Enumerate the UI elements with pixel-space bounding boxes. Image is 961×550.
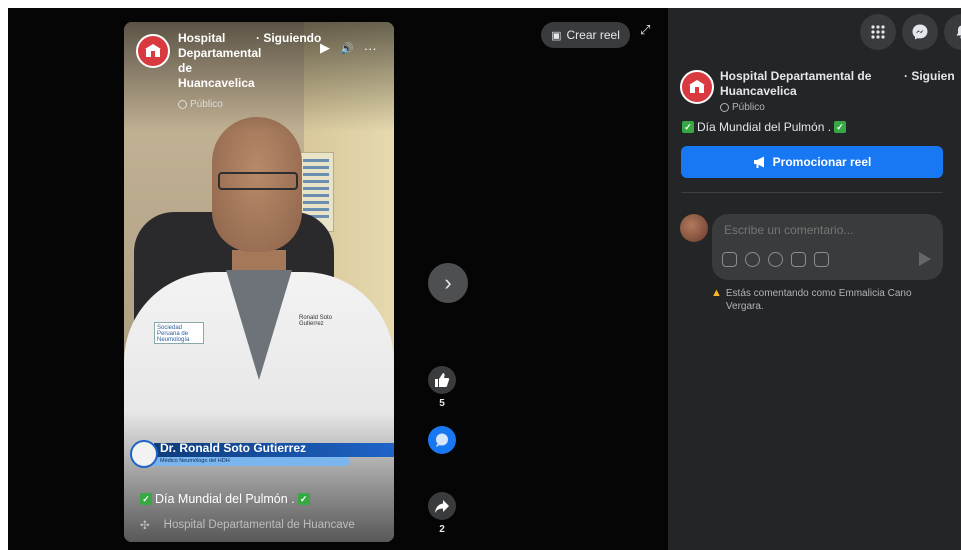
comment-action[interactable] <box>427 426 457 454</box>
video-audio-label: Hospital Departamental de Huancave <box>163 519 355 531</box>
reel-details-panel: Hospital Departamental de Huancavelica ·… <box>668 0 961 550</box>
video-caption-text: Día Mundial del Pulmón . <box>155 492 295 506</box>
check-icon: ✓ <box>682 121 694 133</box>
commenting-as-text: Estás comentando como Emmalicia Cano Ver… <box>725 288 912 312</box>
like-button[interactable] <box>428 366 456 394</box>
video-caption: ✓ Día Mundial del Pulmón . ✓ <box>140 492 310 506</box>
volume-icon[interactable]: 🔊 <box>340 42 354 55</box>
globe-icon <box>720 103 729 112</box>
reel-video[interactable]: Sociedad Peruana de Neumología Ronald So… <box>124 22 394 542</box>
panel-follow-status[interactable]: · Siguien <box>904 69 955 83</box>
promote-reel-button[interactable]: Promocionar reel <box>681 146 943 178</box>
comment-icon <box>436 433 448 447</box>
menu-grid-button[interactable] <box>860 14 896 50</box>
coat-badge: Sociedad Peruana de Neumología <box>154 322 204 344</box>
chevron-right-icon: › <box>444 270 452 295</box>
reel-icon: ▣ <box>551 29 562 42</box>
screenshot-top-edge <box>0 0 961 8</box>
lower-third-subtitle: Médico Neumólogo del HDH <box>154 457 350 466</box>
lower-third-name: Dr. Ronald Soto Gutierrez <box>160 441 307 455</box>
bell-icon <box>956 25 961 39</box>
panel-description: ✓ Día Mundial del Pulmón . ✓ <box>682 120 847 134</box>
panel-privacy: Público <box>720 102 765 113</box>
like-count: 5 <box>439 398 445 409</box>
video-privacy: Público <box>178 99 223 110</box>
hospital-logo-icon <box>689 80 705 93</box>
comment-box <box>712 214 943 280</box>
video-audio-row[interactable]: ✣ Hospital Departamental de Huancave <box>140 518 355 532</box>
next-reel-button[interactable]: › <box>428 263 468 303</box>
gif-icon[interactable] <box>791 252 806 267</box>
screenshot-left-edge <box>0 0 8 550</box>
grid-icon <box>871 25 885 39</box>
lower-third-logo-icon <box>130 440 158 468</box>
panel-header <box>668 0 961 58</box>
page-avatar[interactable] <box>136 34 170 68</box>
check-icon: ✓ <box>297 493 310 505</box>
panel-page-name[interactable]: Hospital Departamental de Huancavelica <box>720 69 885 99</box>
comment-tools <box>722 252 829 267</box>
camera-icon[interactable] <box>745 252 760 267</box>
send-icon[interactable] <box>919 252 931 266</box>
coat-name-tag: Ronald Soto Gutierrez <box>299 315 333 327</box>
like-action[interactable]: 5 <box>427 366 457 409</box>
create-reel-label: Crear reel <box>566 28 620 42</box>
user-avatar[interactable] <box>680 214 708 242</box>
globe-icon <box>178 100 187 109</box>
panel-page-avatar[interactable] <box>680 70 714 104</box>
megaphone-icon <box>753 156 764 168</box>
share-action[interactable]: 2 <box>427 492 457 535</box>
share-count: 2 <box>439 524 445 535</box>
share-arrow-icon <box>435 500 449 513</box>
messenger-button[interactable] <box>902 14 938 50</box>
music-icon: ✣ <box>140 520 150 532</box>
comment-input[interactable] <box>724 223 924 237</box>
emoji-icon[interactable] <box>768 252 783 267</box>
promote-reel-label: Promocionar reel <box>772 155 872 169</box>
lower-third: Médico Neumólogo del HDH Dr. Ronald Soto… <box>130 440 394 468</box>
avatar-sticker-icon[interactable] <box>722 252 737 267</box>
video-privacy-label: Público <box>190 99 223 110</box>
thumbs-up-icon <box>435 373 450 387</box>
reel-stage: Sociedad Peruana de Neumología Ronald So… <box>0 0 668 550</box>
hospital-logo-icon <box>145 44 161 57</box>
video-doctor-glasses <box>218 172 298 190</box>
video-page-name[interactable]: Hospital Departamental de Huancavelica <box>178 31 263 91</box>
share-button[interactable] <box>428 492 456 520</box>
more-options-icon[interactable]: ··· <box>364 41 377 56</box>
panel-description-text: Día Mundial del Pulmón . <box>697 120 832 134</box>
messenger-icon <box>912 24 928 40</box>
play-icon[interactable]: ▶ <box>320 40 330 56</box>
panel-privacy-label: Público <box>732 102 765 113</box>
check-icon: ✓ <box>140 493 152 505</box>
video-follow-status[interactable]: · Siguiendo <box>256 31 321 45</box>
video-controls: ▶ 🔊 ··· <box>320 40 377 56</box>
divider <box>681 192 943 193</box>
create-reel-button[interactable]: ▣ Crear reel <box>541 22 630 48</box>
notifications-button[interactable] <box>944 14 961 50</box>
check-icon: ✓ <box>834 121 847 133</box>
comment-button[interactable] <box>428 426 456 454</box>
expand-icon[interactable]: ⤢ <box>640 22 650 38</box>
sticker-icon[interactable] <box>814 252 829 267</box>
warning-icon: ▲ <box>711 287 722 299</box>
commenting-as-notice: ▲ Estás comentando como Emmalicia Cano V… <box>711 287 936 313</box>
